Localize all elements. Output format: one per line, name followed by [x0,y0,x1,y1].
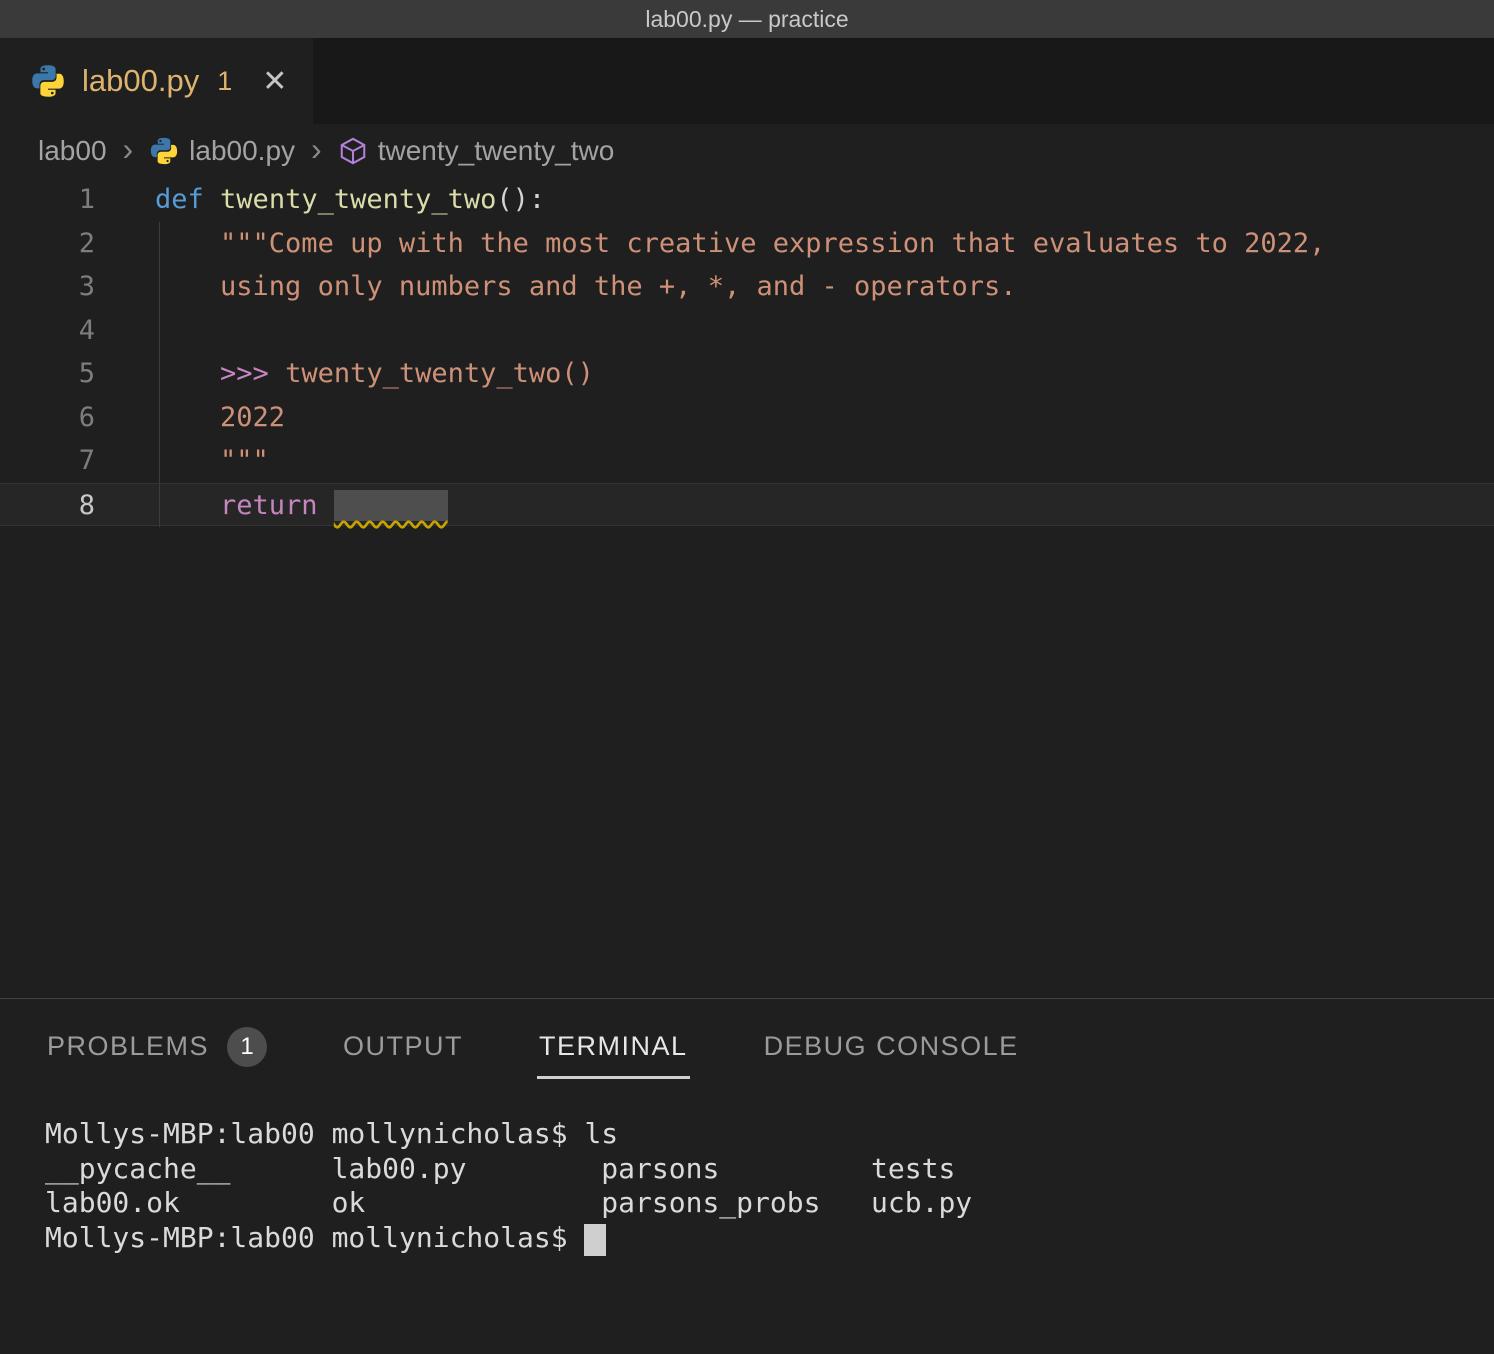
code-line[interactable]: 3 using only numbers and the +, *, and -… [0,265,1494,309]
bottom-panel: PROBLEMS 1 OUTPUT TERMINAL DEBUG CONSOLE… [0,998,1494,1354]
editor-tab-lab00[interactable]: lab00.py 1 ✕ [0,38,313,124]
breadcrumb: lab00 › lab00.py › twenty_twenty_two [0,124,1494,178]
terminal-line: lab00.ok ok parsons_probs ucb.py [45,1186,1494,1221]
code-text: """Come up with the most creative expres… [95,222,1325,266]
tab-terminal-label: TERMINAL [539,1031,688,1062]
line-number: 7 [0,439,95,483]
code-text: """ [95,439,269,483]
panel-tabs: PROBLEMS 1 OUTPUT TERMINAL DEBUG CONSOLE [0,999,1494,1087]
code-text: >>> twenty_twenty_two() [95,352,594,396]
title-bar: lab00.py — practice [0,0,1494,38]
chevron-right-icon: › [309,133,324,165]
terminal-output[interactable]: Mollys-MBP:lab00 mollynicholas$ ls__pyca… [0,1087,1494,1255]
line-number: 1 [0,178,95,222]
tab-output[interactable]: OUTPUT [341,1007,465,1079]
problems-count-badge: 1 [227,1027,267,1067]
code-text [95,309,155,353]
code-line[interactable]: 6 2022 [0,396,1494,440]
code-line[interactable]: 7 """ [0,439,1494,483]
breadcrumb-label: twenty_twenty_two [378,135,615,167]
symbol-cube-icon [338,136,368,166]
tab-filename: lab00.py [82,63,199,99]
line-number: 2 [0,222,95,266]
tab-problems-label: PROBLEMS [47,1031,209,1062]
breadcrumb-item-symbol[interactable]: twenty_twenty_two [338,135,615,167]
breadcrumb-item-folder[interactable]: lab00 [38,135,107,167]
terminal-line: Mollys-MBP:lab00 mollynicholas$ ls [45,1117,1494,1152]
code-text: 2022 [95,396,285,440]
code-text: return [95,484,448,526]
tab-problems[interactable]: PROBLEMS 1 [45,1003,269,1084]
code-line[interactable]: 5 >>> twenty_twenty_two() [0,352,1494,396]
line-number: 3 [0,265,95,309]
line-number: 6 [0,396,95,440]
breadcrumb-item-file[interactable]: lab00.py [149,135,295,167]
tab-terminal[interactable]: TERMINAL [537,1007,690,1079]
chevron-right-icon: › [121,133,136,165]
close-icon[interactable]: ✕ [262,64,287,99]
code-line[interactable]: 1def twenty_twenty_two(): [0,178,1494,222]
indent-guide [159,222,160,527]
code-text: using only numbers and the +, *, and - o… [95,265,1017,309]
tab-problems-count: 1 [217,66,232,97]
breadcrumb-label: lab00.py [189,135,295,167]
terminal-cursor [584,1224,606,1256]
editor-lines: 1def twenty_twenty_two():2 """Come up wi… [0,178,1494,526]
tab-strip: lab00.py 1 ✕ [0,38,1494,124]
terminal-line: __pycache__ lab00.py parsons tests [45,1152,1494,1187]
window-title: lab00.py — practice [645,6,848,33]
code-line[interactable]: 2 """Come up with the most creative expr… [0,222,1494,266]
line-number: 4 [0,309,95,353]
code-line[interactable]: 4 [0,309,1494,353]
code-line[interactable]: 8 return [0,483,1494,527]
tab-output-label: OUTPUT [343,1031,463,1062]
editor[interactable]: 1def twenty_twenty_two():2 """Come up wi… [0,178,1494,998]
code-text: def twenty_twenty_two(): [95,178,545,222]
tab-debug-console[interactable]: DEBUG CONSOLE [762,1007,1021,1079]
breadcrumb-label: lab00 [38,135,107,167]
python-icon [149,136,179,166]
terminal-line: Mollys-MBP:lab00 mollynicholas$ [45,1221,1494,1256]
line-number: 8 [0,484,95,526]
tab-debug-console-label: DEBUG CONSOLE [764,1031,1019,1062]
python-icon [30,63,66,99]
line-number: 5 [0,352,95,396]
